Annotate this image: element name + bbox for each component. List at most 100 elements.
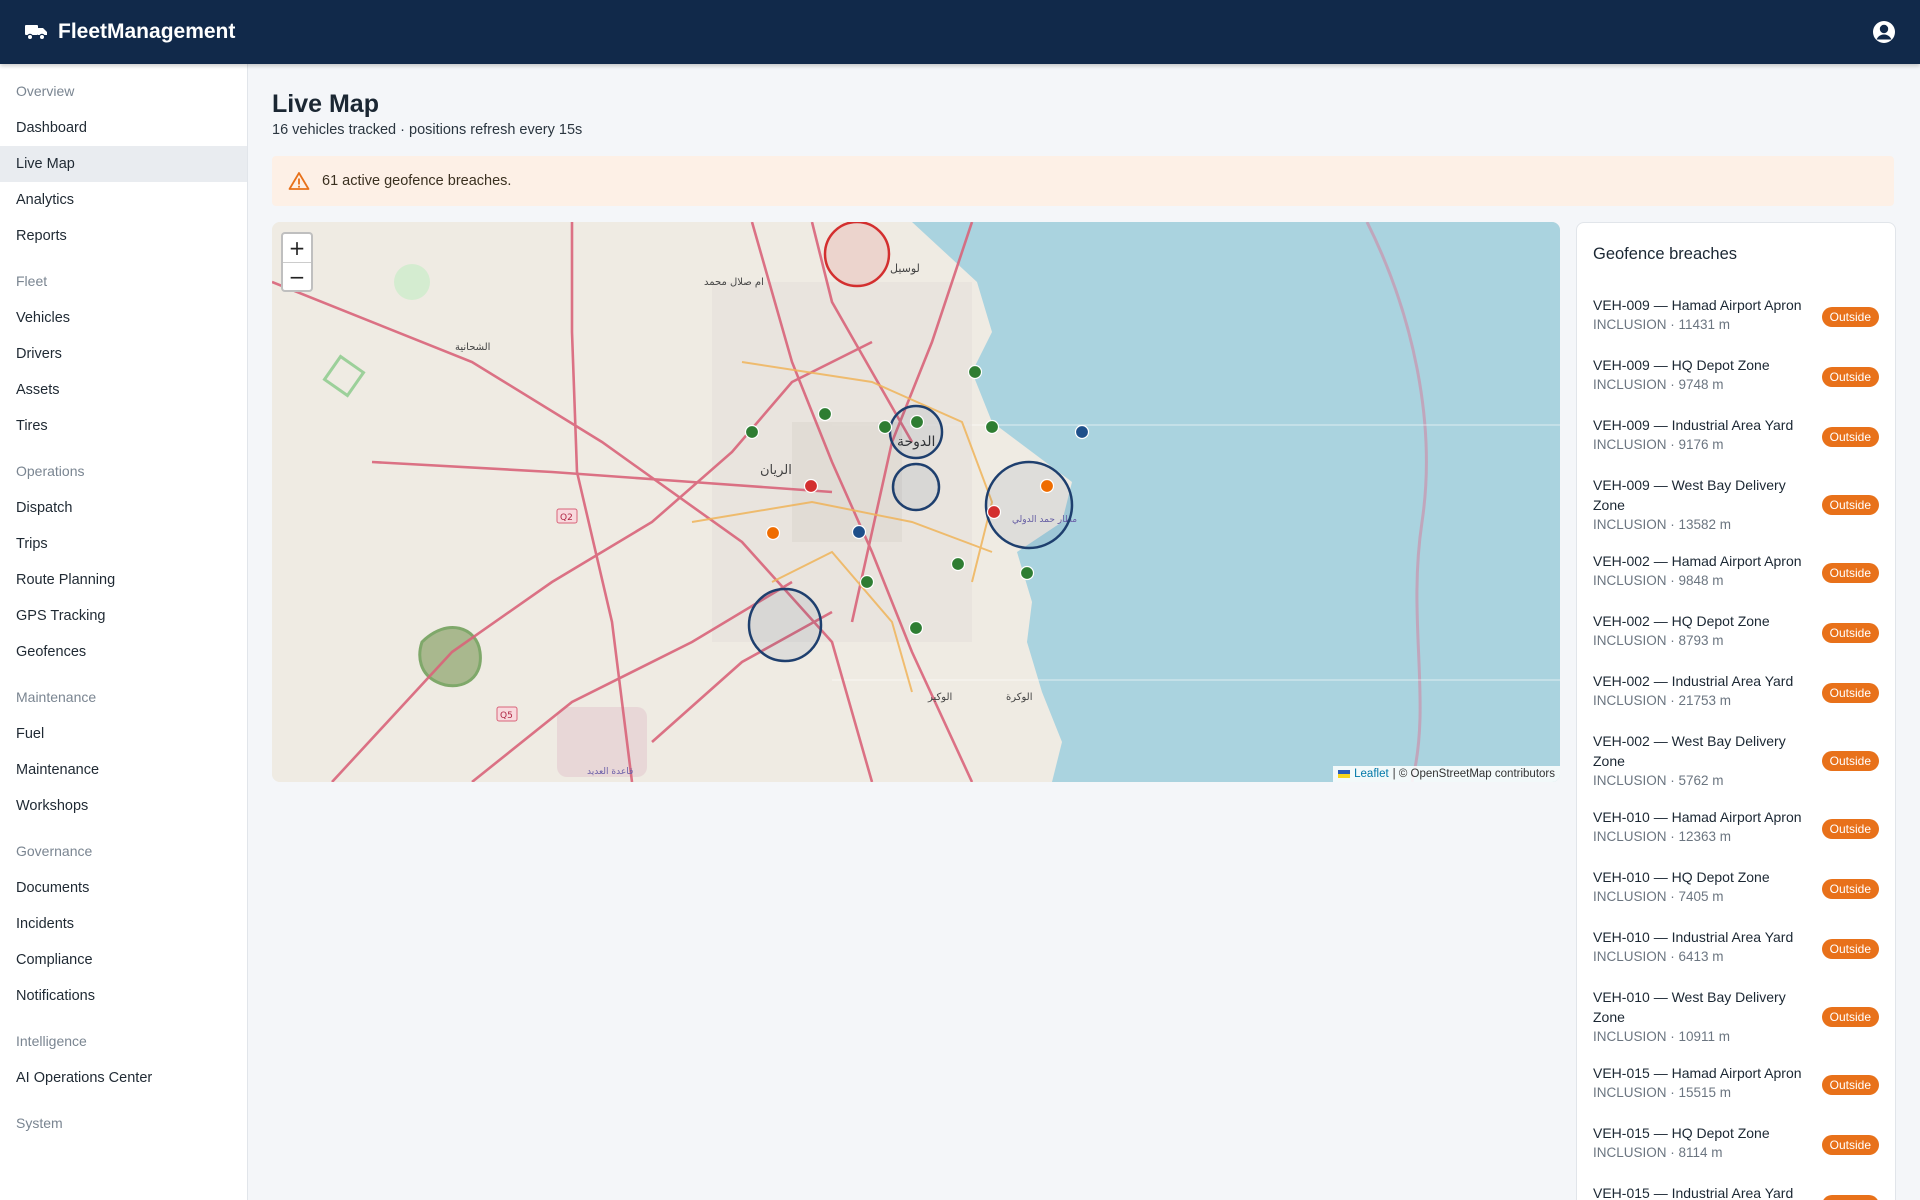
nav-item-notifications[interactable]: Notifications bbox=[0, 978, 247, 1014]
page-title: Live Map bbox=[272, 90, 379, 118]
vehicle-marker[interactable] bbox=[908, 620, 924, 636]
attribution-text: | © OpenStreetMap contributors bbox=[1392, 768, 1555, 780]
breach-item[interactable]: VEH-010 — West Bay Delivery Zone INCLUSI… bbox=[1577, 979, 1895, 1055]
geofence-circle[interactable] bbox=[747, 587, 823, 663]
warning-icon bbox=[288, 172, 310, 190]
vehicle-marker[interactable] bbox=[909, 414, 925, 430]
breach-title: VEH-010 — Hamad Airport Apron bbox=[1593, 809, 1802, 825]
map-label-wukair: الوكير bbox=[927, 692, 952, 703]
geofence-circle[interactable] bbox=[888, 404, 944, 460]
nav-item-assets[interactable]: Assets bbox=[0, 372, 247, 408]
nav-item-geofences[interactable]: Geofences bbox=[0, 634, 247, 670]
nav-item-tires[interactable]: Tires bbox=[0, 408, 247, 444]
breach-item[interactable]: VEH-015 — Hamad Airport Apron INCLUSION … bbox=[1577, 1055, 1895, 1115]
breach-detail: INCLUSION · 5762 m bbox=[1593, 773, 1724, 788]
breach-detail: INCLUSION · 13582 m bbox=[1593, 517, 1732, 532]
geofence-circle[interactable] bbox=[823, 222, 891, 288]
breach-title: VEH-015 — HQ Depot Zone bbox=[1593, 1125, 1770, 1141]
nav-item-analytics[interactable]: Analytics bbox=[0, 182, 247, 218]
vehicle-marker[interactable] bbox=[744, 424, 760, 440]
nav-item-workshops[interactable]: Workshops bbox=[0, 788, 247, 824]
breach-title: VEH-009 — West Bay Delivery Zone bbox=[1593, 477, 1786, 513]
map-label-lusail: لوسيل bbox=[890, 262, 920, 275]
nav-item-live-map[interactable]: Live Map bbox=[0, 146, 247, 182]
breach-detail: INCLUSION · 7405 m bbox=[1593, 889, 1724, 904]
vehicle-marker[interactable] bbox=[851, 524, 867, 540]
nav-item-incidents[interactable]: Incidents bbox=[0, 906, 247, 942]
breach-title: VEH-002 — Hamad Airport Apron bbox=[1593, 553, 1802, 569]
vehicle-marker[interactable] bbox=[877, 419, 893, 435]
nav-item-compliance[interactable]: Compliance bbox=[0, 942, 247, 978]
nav-item-ai-operations-center[interactable]: AI Operations Center bbox=[0, 1060, 247, 1096]
vehicle-marker[interactable] bbox=[765, 525, 781, 541]
breach-item[interactable]: VEH-002 — West Bay Delivery Zone INCLUSI… bbox=[1577, 723, 1895, 799]
vehicle-marker[interactable] bbox=[803, 478, 819, 494]
leaflet-link[interactable]: Leaflet bbox=[1354, 768, 1389, 780]
outside-badge: Outside bbox=[1821, 939, 1879, 959]
breach-item[interactable]: VEH-009 — HQ Depot Zone INCLUSION · 9748… bbox=[1577, 347, 1895, 407]
nav-section-operations: Operations Dispatch Trips Route Planning… bbox=[0, 444, 247, 670]
outside-badge: Outside bbox=[1821, 751, 1879, 771]
nav-item-dashboard[interactable]: Dashboard bbox=[0, 110, 247, 146]
live-map[interactable]: لوسيل ام صلال محمد الشحانية الريان الدوح… bbox=[272, 222, 1560, 782]
breach-title: VEH-015 — Industrial Area Yard bbox=[1593, 1185, 1794, 1200]
outside-badge: Outside bbox=[1821, 427, 1879, 447]
nav-item-maintenance[interactable]: Maintenance bbox=[0, 752, 247, 788]
breach-item[interactable]: VEH-015 — Industrial Area Yard Outside bbox=[1577, 1175, 1895, 1200]
user-account-button[interactable] bbox=[1870, 18, 1898, 46]
vehicle-marker[interactable] bbox=[984, 419, 1000, 435]
vehicle-marker[interactable] bbox=[859, 574, 875, 590]
outside-badge: Outside bbox=[1821, 819, 1879, 839]
brand[interactable]: FleetManagement bbox=[24, 20, 235, 44]
breach-item[interactable]: VEH-009 — Industrial Area Yard INCLUSION… bbox=[1577, 407, 1895, 467]
nav-item-reports[interactable]: Reports bbox=[0, 218, 247, 254]
vehicle-marker[interactable] bbox=[986, 504, 1002, 520]
zoom-out-button[interactable]: − bbox=[283, 262, 311, 290]
main-content: Live Map 16 vehicles tracked · positions… bbox=[272, 64, 1896, 1200]
nav-section-maintenance: Maintenance Fuel Maintenance Workshops bbox=[0, 670, 247, 824]
outside-badge: Outside bbox=[1821, 563, 1879, 583]
vehicle-marker[interactable] bbox=[950, 556, 966, 572]
breach-title: VEH-009 — Industrial Area Yard bbox=[1593, 417, 1794, 433]
vehicle-marker[interactable] bbox=[1074, 424, 1090, 440]
vehicle-marker[interactable] bbox=[1039, 478, 1055, 494]
breach-detail: INCLUSION · 8793 m bbox=[1593, 633, 1724, 648]
breach-title: VEH-002 — West Bay Delivery Zone bbox=[1593, 733, 1786, 769]
vehicle-marker[interactable] bbox=[1019, 565, 1035, 581]
nav-item-fuel[interactable]: Fuel bbox=[0, 716, 247, 752]
nav-item-documents[interactable]: Documents bbox=[0, 870, 247, 906]
breach-title: VEH-010 — West Bay Delivery Zone bbox=[1593, 989, 1786, 1025]
nav-item-dispatch[interactable]: Dispatch bbox=[0, 490, 247, 526]
nav-item-drivers[interactable]: Drivers bbox=[0, 336, 247, 372]
breach-item[interactable]: VEH-002 — Industrial Area Yard INCLUSION… bbox=[1577, 663, 1895, 723]
map-tiles[interactable]: لوسيل ام صلال محمد الشحانية الريان الدوح… bbox=[272, 222, 1560, 782]
road-shield-q5: Q5 bbox=[500, 711, 513, 721]
breach-title: VEH-015 — Hamad Airport Apron bbox=[1593, 1065, 1802, 1081]
breach-item[interactable]: VEH-010 — Industrial Area Yard INCLUSION… bbox=[1577, 919, 1895, 979]
geofence-circle[interactable] bbox=[891, 462, 941, 512]
nav-section-title: Intelligence bbox=[16, 1033, 87, 1049]
breach-item[interactable]: VEH-002 — HQ Depot Zone INCLUSION · 8793… bbox=[1577, 603, 1895, 663]
nav-item-vehicles[interactable]: Vehicles bbox=[0, 300, 247, 336]
outside-badge: Outside bbox=[1821, 683, 1879, 703]
zoom-in-button[interactable]: + bbox=[283, 234, 311, 262]
breach-item[interactable]: VEH-009 — West Bay Delivery Zone INCLUSI… bbox=[1577, 467, 1895, 543]
breach-item[interactable]: VEH-010 — HQ Depot Zone INCLUSION · 7405… bbox=[1577, 859, 1895, 919]
vehicle-marker[interactable] bbox=[817, 406, 833, 422]
outside-badge: Outside bbox=[1821, 623, 1879, 643]
breach-title: VEH-010 — HQ Depot Zone bbox=[1593, 869, 1770, 885]
breach-item[interactable]: VEH-002 — Hamad Airport Apron INCLUSION … bbox=[1577, 543, 1895, 603]
breach-detail: INCLUSION · 9176 m bbox=[1593, 437, 1724, 452]
breach-item[interactable]: VEH-009 — Hamad Airport Apron INCLUSION … bbox=[1577, 287, 1895, 347]
sidebar: Overview Dashboard Live Map Analytics Re… bbox=[0, 64, 248, 1200]
nav-item-gps-tracking[interactable]: GPS Tracking bbox=[0, 598, 247, 634]
nav-section-title: Governance bbox=[16, 843, 93, 859]
nav-item-trips[interactable]: Trips bbox=[0, 526, 247, 562]
breach-item[interactable]: VEH-015 — HQ Depot Zone INCLUSION · 8114… bbox=[1577, 1115, 1895, 1175]
breach-detail: INCLUSION · 10911 m bbox=[1593, 1029, 1731, 1044]
vehicle-marker[interactable] bbox=[967, 364, 983, 380]
geofence-circle[interactable] bbox=[984, 460, 1074, 550]
nav-item-route-planning[interactable]: Route Planning bbox=[0, 562, 247, 598]
breach-item[interactable]: VEH-010 — Hamad Airport Apron INCLUSION … bbox=[1577, 799, 1895, 859]
breach-list: VEH-009 — Hamad Airport Apron INCLUSION … bbox=[1577, 287, 1895, 1200]
